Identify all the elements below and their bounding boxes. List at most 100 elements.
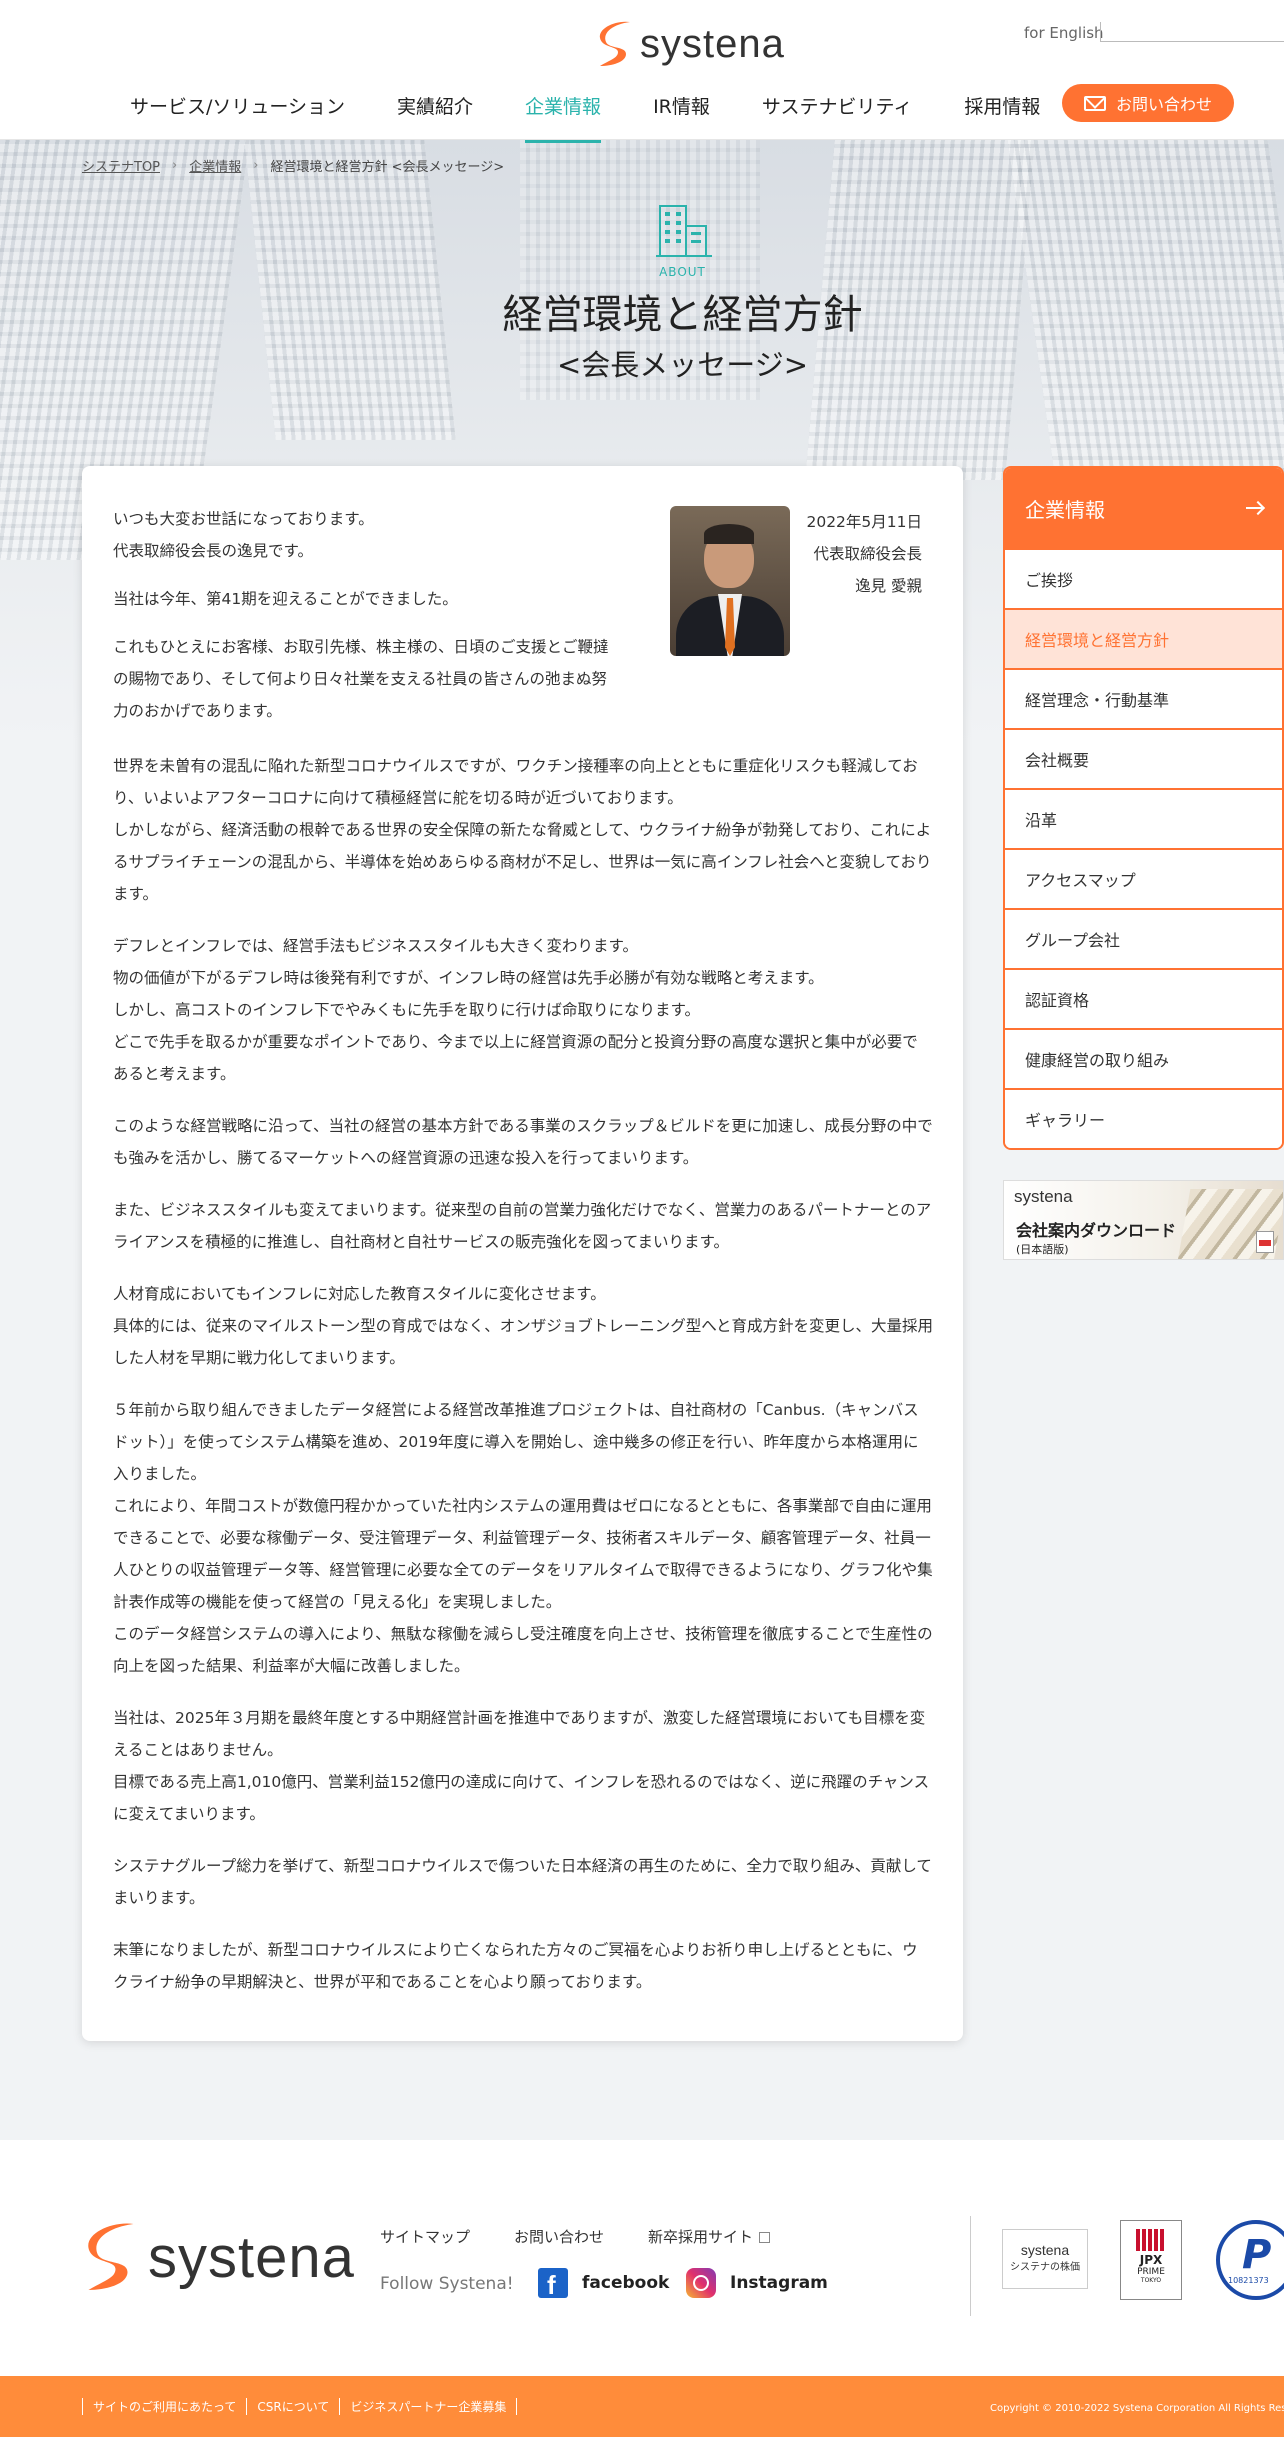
page-subtitle: <会長メッセージ> [556, 348, 809, 382]
breadcrumb-top[interactable]: システナTOP [82, 156, 160, 175]
privacy-mark-badge[interactable]: 10821373 [1216, 2220, 1284, 2300]
bottom-links: サイトのご利用にあたって CSRについて ビジネスパートナー企業募集 [82, 2398, 518, 2415]
facebook-link[interactable]: facebook [538, 2268, 669, 2301]
copyright: Copyright © 2010-2022 Systena Corporatio… [990, 2403, 1284, 2414]
footer-link-recruit-label: 新卒採用サイト [648, 2228, 754, 2246]
sidebar-item-management-policy[interactable]: 経営環境と経営方針 [1005, 608, 1282, 668]
english-link[interactable]: for English [1024, 24, 1104, 42]
sidebar-title[interactable]: 企業情報 [1005, 468, 1282, 548]
intro-line: いつも大変お世話になっております。 [113, 510, 374, 528]
breadcrumb-company[interactable]: 企業情報 [189, 156, 241, 175]
brochure-download-banner[interactable]: systena 会社案内ダウンロード (日本語版) [1003, 1180, 1284, 1260]
bottom-bar: サイトのご利用にあたって CSRについて ビジネスパートナー企業募集 Copyr… [0, 2376, 1284, 2437]
search-input[interactable] [1100, 22, 1284, 42]
body-paragraph: 末筆になりましたが、新型コロナウイルスにより亡くなられた方々のご冥福を心よりお祈… [113, 1941, 918, 1991]
jpx-prime-badge[interactable]: JPX PRIME TOKYO [1120, 2220, 1182, 2300]
footer-divider [970, 2216, 971, 2316]
nav-sustainability[interactable]: サステナビリティ [762, 92, 912, 143]
footer-link-recruit[interactable]: 新卒採用サイト [648, 2226, 771, 2247]
nav-services[interactable]: サービス/ソリューション [130, 92, 345, 143]
sidebar-item-group-companies[interactable]: グループ会社 [1005, 908, 1282, 968]
footer-link-contact[interactable]: お問い合わせ [514, 2226, 604, 2247]
follow-label: Follow Systena! [380, 2274, 514, 2294]
chairman-portrait [670, 506, 790, 656]
logo-mark-icon [88, 2223, 134, 2290]
body-paragraph: 当社は、2025年３月期を最終年度とする中期経営計画を推進中でありますが、激変し… [113, 1709, 930, 1823]
body-paragraph: ５年前から取り組んできましたデータ経営による経営改革推進プロジェクトは、自社商材… [113, 1401, 933, 1675]
body-paragraph: 人材育成においてもインフレに対応した教育スタイルに変化させます。 具体的には、従… [113, 1285, 933, 1367]
body-paragraph: システナグループ総力を挙げて、新型コロナウイルスで傷ついた日本経済の再生のために… [113, 1857, 932, 1907]
sidebar-item-history[interactable]: 沿革 [1005, 788, 1282, 848]
contact-button[interactable]: お問い合わせ [1062, 84, 1234, 122]
badge-logo: systena [1020, 2242, 1070, 2258]
external-link-icon [759, 2232, 771, 2243]
bottom-link-partners[interactable]: ビジネスパートナー企業募集 [339, 2398, 518, 2415]
banner-title: 会社案内ダウンロード [1016, 1221, 1177, 1240]
chevron-right-icon: › [253, 158, 259, 173]
jpx-logo-icon [1136, 2229, 1166, 2251]
banner-subtitle: (日本語版) [1016, 1243, 1069, 1256]
intro-paragraph: いつも大変お世話になっております。 代表取締役会長の逸見です。 [113, 503, 613, 567]
bottom-link-csr[interactable]: CSRについて [246, 2398, 339, 2415]
instagram-link[interactable]: Instagram [686, 2268, 828, 2298]
intro-paragraph: 当社は今年、第41期を迎えることができました。 [113, 590, 458, 608]
sidebar-item-access-map[interactable]: アクセスマップ [1005, 848, 1282, 908]
nav-recruit[interactable]: 採用情報 [964, 92, 1040, 143]
badge-text: システナの株価 [1010, 2262, 1080, 2273]
intro-text: いつも大変お世話になっております。 代表取締役会長の逸見です。 当社は今年、第4… [113, 503, 613, 747]
message-date: 2022年5月11日 [806, 513, 922, 531]
site-header: systena for English サービス/ソリューション 実績紹介 企業… [0, 0, 1284, 143]
privacy-mark-number: 10821373 [1228, 2276, 1269, 2285]
sidebar-nav: 企業情報 ご挨拶 経営環境と経営方針 経営理念・行動基準 会社概要 沿革 アクセ… [1003, 466, 1284, 1150]
site-logo[interactable]: systena [596, 18, 785, 70]
body-paragraph: このような経営戦略に沿って、当社の経営の基本方針である事業のスクラップ＆ビルドを… [113, 1117, 933, 1167]
instagram-icon [686, 2268, 716, 2298]
chairman-role: 代表取締役会長 [813, 545, 922, 563]
site-footer: systena サイトマップ お問い合わせ 新卒採用サイト Follow Sys… [0, 2140, 1284, 2376]
arrow-right-icon [1246, 501, 1264, 515]
signature: 2022年5月11日 代表取締役会長 逸見 愛親 [782, 506, 922, 602]
logo-mark-icon [599, 21, 630, 67]
contact-button-label: お問い合わせ [1115, 95, 1212, 114]
about-label: ABOUT [659, 265, 706, 279]
sidebar-title-label: 企業情報 [1025, 497, 1105, 522]
building-icon [656, 205, 712, 257]
body-paragraph: デフレとインフレでは、経営手法もビジネススタイルも大きく変わります。 物の価値が… [113, 937, 918, 1083]
footer-logo-text: systena [148, 2224, 355, 2290]
prime-label: PRIME [1137, 2267, 1165, 2277]
message-body: 世界を未曽有の混乱に陥れた新型コロナウイルスですが、ワクチン接種率の向上とともに… [113, 750, 933, 2018]
breadcrumb-current: 経営環境と経営方針 <会長メッセージ> [270, 160, 505, 175]
logo-text: systena [640, 21, 785, 66]
jpx-label: JPX [1139, 2253, 1163, 2267]
sidebar-item-certifications[interactable]: 認証資格 [1005, 968, 1282, 1028]
body-paragraph: 世界を未曽有の混乱に陥れた新型コロナウイルスですが、ワクチン接種率の向上とともに… [113, 757, 932, 903]
global-nav: サービス/ソリューション 実績紹介 企業情報 IR情報 サステナビリティ 採用情… [130, 92, 1092, 143]
pdf-icon [1256, 1231, 1274, 1253]
intro-paragraph: これもひとえにお客様、お取引先様、株主様の、日頃のご支援とご鞭撻の賜物であり、そ… [113, 638, 609, 720]
instagram-label: Instagram [730, 2273, 828, 2293]
body-paragraph: また、ビジネススタイルも変えてまいります。従来型の自前の営業力強化だけでなく、営… [113, 1201, 932, 1251]
message-card: いつも大変お世話になっております。 代表取締役会長の逸見です。 当社は今年、第4… [82, 466, 963, 2041]
stock-price-badge[interactable]: systena システナの株価 [1002, 2229, 1088, 2289]
chairman-name: 逸見 愛親 [855, 577, 922, 595]
chevron-right-icon: › [172, 158, 178, 173]
page-title: 経営環境と経営方針 [502, 292, 863, 338]
footer-links: サイトマップ お問い合わせ 新卒採用サイト [380, 2226, 771, 2247]
sidebar-item-company-profile[interactable]: 会社概要 [1005, 728, 1282, 788]
footer-link-sitemap[interactable]: サイトマップ [380, 2226, 470, 2247]
intro-line: 代表取締役会長の逸見です。 [113, 542, 313, 560]
mail-icon [1083, 95, 1106, 111]
prime-sub-label: TOKYO [1140, 2277, 1162, 2284]
sidebar-item-gallery[interactable]: ギャラリー [1005, 1088, 1282, 1148]
facebook-icon [538, 2268, 568, 2301]
banner-logo: systena [1014, 1187, 1073, 1206]
sidebar-item-philosophy[interactable]: 経営理念・行動基準 [1005, 668, 1282, 728]
footer-logo[interactable]: systena [82, 2218, 355, 2296]
nav-company[interactable]: 企業情報 [525, 92, 602, 143]
bottom-link-terms[interactable]: サイトのご利用にあたって [82, 2398, 246, 2415]
sidebar-item-health-management[interactable]: 健康経営の取り組み [1005, 1028, 1282, 1088]
sidebar-item-greeting[interactable]: ご挨拶 [1005, 548, 1282, 608]
nav-ir[interactable]: IR情報 [653, 92, 710, 143]
breadcrumb: システナTOP › 企業情報 › 経営環境と経営方針 <会長メッセージ> [82, 156, 504, 175]
nav-works[interactable]: 実績紹介 [397, 92, 473, 143]
